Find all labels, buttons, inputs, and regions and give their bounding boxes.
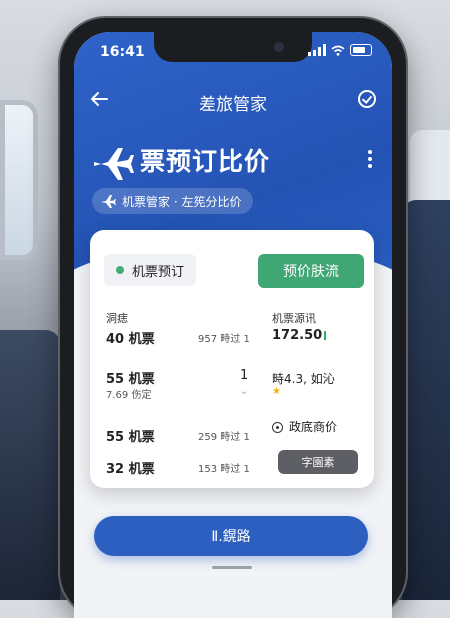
- subtitle-text: 机票管家 · 左筅分比价: [122, 194, 242, 209]
- row-1-name[interactable]: 40 机票: [106, 328, 155, 347]
- airplane-small-icon: [101, 195, 116, 208]
- primary-action-button[interactable]: 预价肤流: [258, 254, 364, 288]
- row-4-meta: 153 畤过 1: [198, 464, 250, 475]
- compare-icon: [272, 422, 283, 433]
- phone-frame: 16:41 差旅管家 票预订比价 机票管家 · 左筅分比价 机票预订 预价肤流 …: [60, 18, 406, 618]
- cabin-seat-right: [402, 200, 450, 600]
- compare-label: 政底商价: [289, 420, 338, 434]
- airplane-icon: [94, 148, 134, 180]
- row-4-name[interactable]: 32 机票: [106, 458, 155, 477]
- row-2-name[interactable]: 55 机票: [106, 368, 155, 387]
- nav-title: 差旅管家: [199, 95, 267, 115]
- front-camera: [274, 42, 284, 52]
- notch: [154, 32, 312, 62]
- bottom-action-button[interactable]: Ⅱ.鎤路: [94, 516, 368, 556]
- row-2-sub: 7.69 伤定: [106, 390, 152, 401]
- right-price: 172.50: [272, 328, 327, 343]
- secondary-button[interactable]: 字園素: [278, 450, 358, 474]
- signal-icon: [308, 44, 326, 56]
- left-column-header: 洞痣: [106, 312, 128, 325]
- star-icon: ★: [272, 386, 281, 397]
- status-dot-icon: [116, 266, 124, 274]
- page-title: 票预订比价: [140, 147, 271, 176]
- status-icons: [308, 44, 372, 56]
- tab-label: 机票预订: [132, 264, 185, 280]
- cabin-window-right: [410, 130, 450, 210]
- cabin-window-left: [0, 100, 38, 260]
- row-3-meta: 259 畤过 1: [198, 432, 250, 443]
- chevron-down-icon[interactable]: ⌄: [240, 386, 248, 397]
- battery-icon: [350, 44, 372, 56]
- subtitle-chip: 机票管家 · 左筅分比价: [92, 188, 254, 214]
- booking-card: 机票预订 预价肤流 洞痣 机票源讯 40 机票 957 畤过 1 172.50 …: [90, 230, 374, 488]
- wifi-icon: [331, 45, 345, 56]
- trend-up-icon: [324, 331, 327, 340]
- row-2-meta: 1: [240, 368, 249, 383]
- row-1-meta: 957 畤过 1: [198, 334, 250, 345]
- check-circle-icon[interactable]: [358, 90, 376, 108]
- status-time: 16:41: [100, 44, 145, 60]
- home-indicator: [212, 566, 252, 569]
- more-options-icon[interactable]: [368, 150, 372, 168]
- cabin-seat-left: [0, 330, 60, 600]
- row-3-name[interactable]: 55 机票: [106, 426, 155, 445]
- compare-row[interactable]: 政底商价: [272, 418, 337, 435]
- right-price-value: 172.50: [272, 328, 323, 343]
- right-rating: 畤4.3, 如沁: [272, 372, 335, 386]
- app-screen: 16:41 差旅管家 票预订比价 机票管家 · 左筅分比价 机票预订 预价肤流 …: [74, 32, 392, 618]
- tab-flight-booking[interactable]: 机票预订: [104, 254, 197, 286]
- right-column-header: 机票源讯: [272, 312, 316, 325]
